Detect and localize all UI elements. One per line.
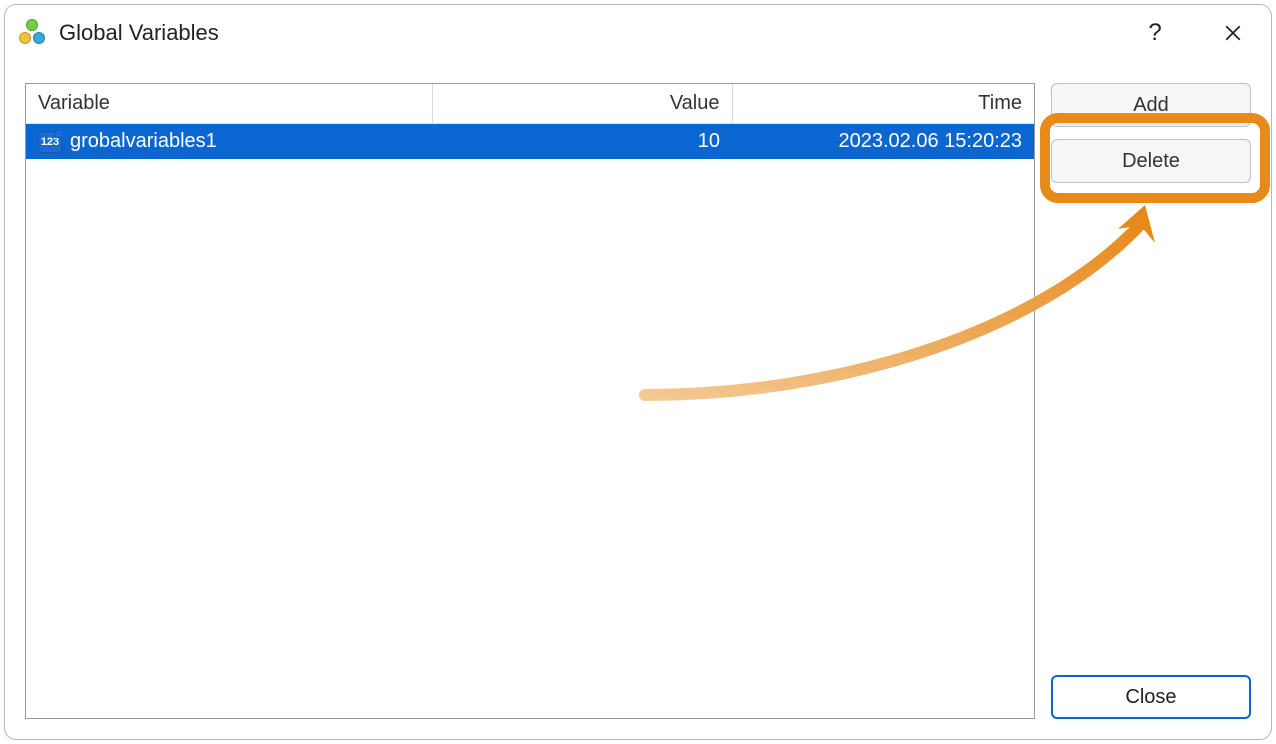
close-icon bbox=[1224, 24, 1242, 42]
global-variables-dialog: Global Variables ? Variable Value Time bbox=[4, 4, 1272, 740]
window-close-button[interactable] bbox=[1209, 5, 1257, 61]
value-cell: 10 bbox=[432, 124, 732, 160]
delete-button[interactable]: Delete bbox=[1051, 139, 1251, 183]
add-button[interactable]: Add bbox=[1051, 83, 1251, 127]
variable-type-icon: 123 bbox=[38, 131, 62, 153]
close-button[interactable]: Close bbox=[1051, 675, 1251, 719]
app-icon bbox=[19, 19, 47, 47]
column-header-value[interactable]: Value bbox=[432, 84, 732, 124]
help-button[interactable]: ? bbox=[1131, 5, 1179, 61]
dialog-body: Variable Value Time 123 grobalvariables1 bbox=[25, 83, 1251, 719]
variables-table-container: Variable Value Time 123 grobalvariables1 bbox=[25, 83, 1035, 719]
variable-name: grobalvariables1 bbox=[70, 130, 217, 153]
titlebar: Global Variables ? bbox=[5, 5, 1271, 61]
table-row[interactable]: 123 grobalvariables1 10 2023.02.06 15:20… bbox=[26, 124, 1034, 160]
column-header-time[interactable]: Time bbox=[732, 84, 1034, 124]
table-header-row: Variable Value Time bbox=[26, 84, 1034, 124]
variable-cell: 123 grobalvariables1 bbox=[26, 124, 432, 160]
column-header-variable[interactable]: Variable bbox=[26, 84, 432, 124]
time-cell: 2023.02.06 15:20:23 bbox=[732, 124, 1034, 160]
variables-table: Variable Value Time 123 grobalvariables1 bbox=[26, 84, 1034, 159]
side-buttons: Add Delete Close bbox=[1051, 83, 1251, 719]
window-title: Global Variables bbox=[59, 20, 219, 46]
